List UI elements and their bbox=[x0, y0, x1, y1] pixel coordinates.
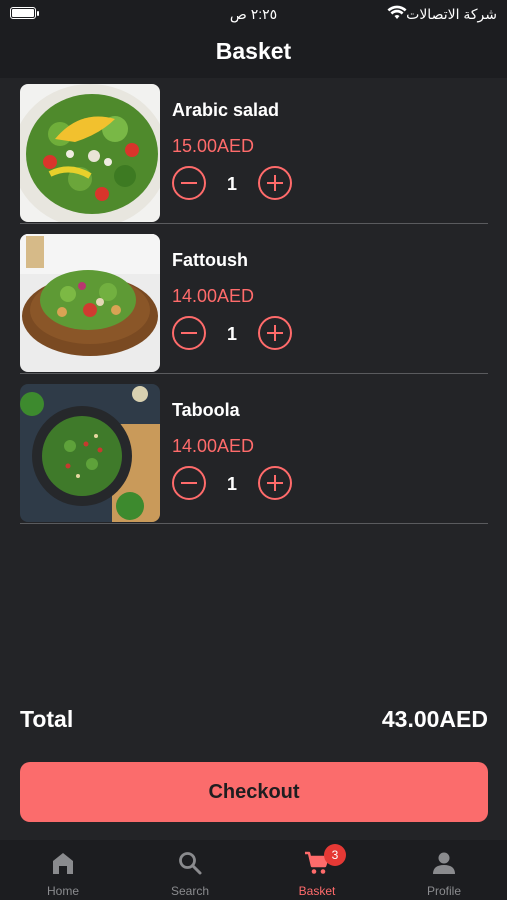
bottom-tab-bar: Home Search 3 Basket Profile bbox=[0, 840, 507, 900]
minus-icon bbox=[181, 331, 197, 334]
item-name: Arabic salad bbox=[172, 100, 280, 120]
item-quantity: 1 bbox=[226, 324, 237, 344]
item-name: Taboola bbox=[172, 400, 240, 420]
item-quantity: 1 bbox=[226, 174, 237, 194]
increase-quantity-button[interactable] bbox=[258, 466, 292, 500]
plus-icon-vertical bbox=[273, 325, 276, 341]
increase-quantity-button[interactable] bbox=[258, 316, 292, 350]
item-name: Fattoush bbox=[172, 250, 248, 270]
decrease-quantity-button[interactable] bbox=[172, 466, 206, 500]
decrease-quantity-button[interactable] bbox=[172, 316, 206, 350]
basket-item: Taboola 14.00AED 1 bbox=[20, 378, 488, 524]
tab-label: Basket bbox=[298, 884, 336, 898]
item-image-arabic-salad bbox=[20, 84, 160, 222]
item-price: 15.00AED bbox=[172, 136, 255, 156]
tab-label: Home bbox=[46, 884, 79, 898]
item-quantity: 1 bbox=[226, 474, 237, 494]
minus-icon bbox=[181, 181, 197, 184]
search-icon bbox=[179, 852, 202, 875]
home-icon bbox=[53, 853, 73, 874]
carrier-name: شركة الاتصالات bbox=[406, 6, 497, 22]
tab-label: Profile bbox=[426, 884, 461, 898]
tab-profile[interactable]: Profile bbox=[381, 840, 507, 900]
item-price: 14.00AED bbox=[172, 436, 255, 456]
page-title: Basket bbox=[215, 38, 292, 64]
cart-count-badge: 3 bbox=[324, 844, 346, 866]
item-image-taboola bbox=[20, 384, 160, 522]
increase-quantity-button[interactable] bbox=[258, 166, 292, 200]
checkout-button[interactable]: Checkout bbox=[20, 762, 488, 822]
tab-search[interactable]: Search bbox=[127, 840, 253, 900]
tab-label: Search bbox=[170, 884, 210, 898]
app-header: Basket bbox=[0, 28, 507, 78]
total-value: 43.00AED bbox=[381, 706, 488, 732]
total-row: Total 43.00AED bbox=[20, 706, 488, 736]
status-bar: ٢:٢٥ ص شركة الاتصالات bbox=[0, 0, 507, 28]
plus-icon-vertical bbox=[273, 475, 276, 491]
tab-basket[interactable]: 3 Basket bbox=[254, 840, 380, 900]
basket-item: Arabic salad 15.00AED 1 bbox=[20, 78, 488, 224]
item-image-fattoush bbox=[20, 234, 160, 372]
person-icon bbox=[433, 852, 455, 874]
item-price: 14.00AED bbox=[172, 286, 255, 306]
basket-item: Fattoush 14.00AED 1 bbox=[20, 228, 488, 374]
tab-home[interactable]: Home bbox=[0, 840, 126, 900]
wifi-icon bbox=[387, 5, 407, 19]
plus-icon-vertical bbox=[273, 175, 276, 191]
total-label: Total bbox=[20, 706, 74, 732]
decrease-quantity-button[interactable] bbox=[172, 166, 206, 200]
minus-icon bbox=[181, 481, 197, 484]
